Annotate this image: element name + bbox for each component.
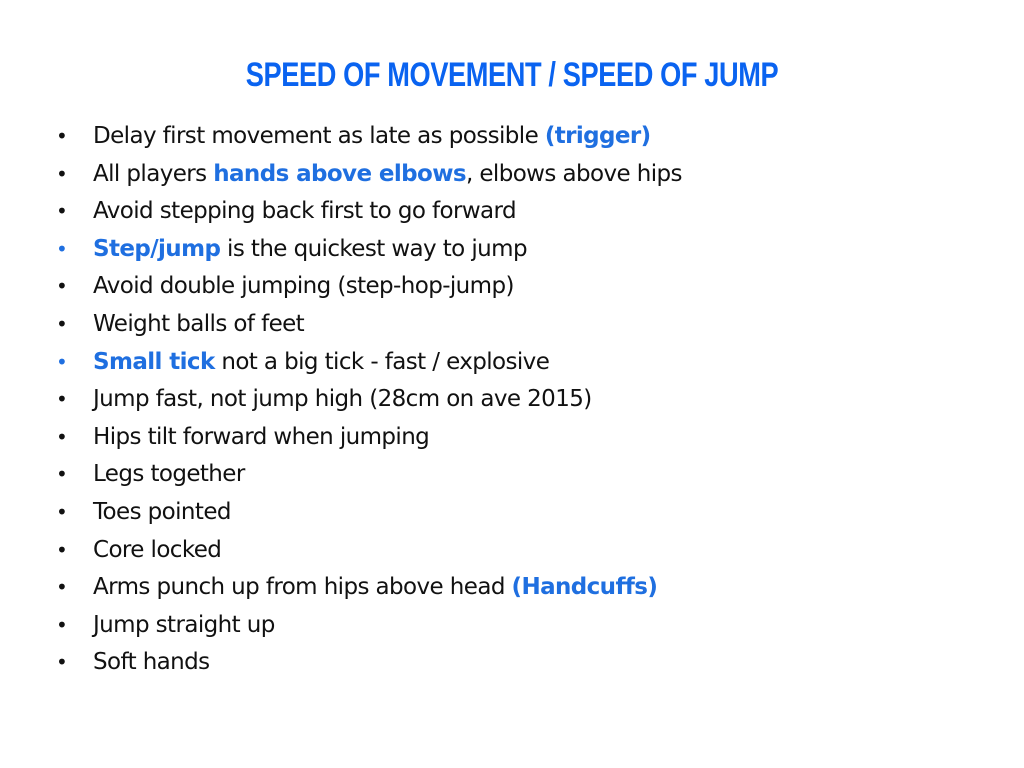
bullet-text: Core locked (93, 532, 222, 570)
bullet-text-pre: Hips tilt forward when jumping (93, 423, 430, 450)
bullet-text-pre: Jump straight up (93, 611, 275, 638)
bullet-item: • Jump straight up (48, 607, 682, 645)
bullet-item: • Weight balls of feet (48, 306, 682, 344)
bullet-text: All players hands above elbows, elbows a… (93, 156, 682, 194)
bullet-text: Step/jump is the quickest way to jump (93, 231, 528, 269)
bullet-text: Avoid double jumping (step-hop-jump) (93, 268, 514, 306)
bullet-text: Jump straight up (93, 607, 275, 645)
slide-title: SPEED OF MOVEMENT / SPEED OF JUMP (245, 56, 779, 94)
bullet-dot-icon: • (56, 311, 68, 336)
bullet-dot-icon: • (56, 387, 68, 412)
bullet-item: • All players hands above elbows, elbows … (48, 156, 682, 194)
bullet-highlight: Step/jump (93, 235, 221, 262)
bullet-item: • Hips tilt forward when jumping (48, 419, 682, 457)
bullet-item: • Soft hands (48, 644, 682, 682)
bullet-text: Weight balls of feet (93, 306, 305, 344)
bullet-dot-icon: • (56, 274, 68, 299)
bullet-item: • Jump fast, not jump high (28cm on ave 2… (48, 381, 682, 419)
bullet-dot-icon: • (56, 612, 68, 637)
bullet-text-post: is the quickest way to jump (220, 235, 528, 262)
bullet-item: • Avoid double jumping (step-hop-jump) (48, 268, 682, 306)
bullet-item: • Small tick not a big tick - fast / expl… (48, 344, 682, 382)
bullet-text-pre: Weight balls of feet (93, 310, 305, 337)
bullet-highlight: hands above elbows (213, 160, 466, 187)
bullet-text: Small tick not a big tick - fast / explo… (93, 344, 550, 382)
bullet-text: Avoid stepping back first to go forward (93, 193, 517, 231)
bullet-item: • Step/jump is the quickest way to jump (48, 231, 682, 269)
bullet-dot-icon: • (56, 650, 68, 675)
bullet-dot-icon: • (56, 199, 68, 224)
bullet-highlight: Small tick (93, 348, 215, 375)
bullet-text-pre: Avoid stepping back first to go forward (93, 198, 517, 225)
bullet-highlight: (Handcuffs) (511, 574, 658, 601)
bullet-text-pre: Toes pointed (93, 498, 231, 525)
bullet-dot-icon: • (56, 537, 68, 562)
bullet-text-post: , elbows above hips (465, 160, 683, 187)
bullet-text: Hips tilt forward when jumping (93, 419, 430, 457)
bullet-item: • Arms punch up from hips above head (Han… (48, 569, 682, 607)
bullet-dot-icon: • (56, 575, 68, 600)
bullet-text-pre: All players (93, 160, 214, 187)
bullet-item: • Legs together (48, 456, 682, 494)
bullet-item: • Toes pointed (48, 494, 682, 532)
bullet-dot-icon: • (56, 424, 68, 449)
bullet-text: Delay first movement as late as possible… (93, 118, 651, 156)
bullet-item: • Delay first movement as late as possibl… (48, 118, 682, 156)
bullet-highlight: (trigger) (544, 123, 651, 149)
bullet-text-pre: Jump fast, not jump high (28cm on ave 20… (93, 386, 592, 413)
bullet-text-pre: Delay first movement as late as possible (93, 123, 545, 149)
bullet-text: Arms punch up from hips above head (Hand… (93, 569, 658, 607)
bullet-text-pre: Avoid double jumping (step-hop-jump) (93, 273, 514, 300)
bullet-text-pre: Arms punch up from hips above head (93, 574, 512, 601)
bullet-dot-icon: • (56, 499, 68, 524)
bullet-text: Toes pointed (93, 494, 231, 532)
bullet-item: • Avoid stepping back first to go forward (48, 193, 682, 231)
bullet-dot-icon: • (56, 349, 68, 374)
bullet-dot-icon: • (56, 236, 68, 261)
bullet-text: Jump fast, not jump high (28cm on ave 20… (93, 381, 592, 419)
bullet-dot-icon: • (56, 462, 68, 487)
bullet-text-pre: Soft hands (93, 649, 210, 676)
bullet-dot-icon: • (56, 124, 68, 148)
bullet-text: Legs together (93, 456, 245, 494)
bullet-text-pre: Legs together (93, 461, 245, 488)
bullet-text-pre: Core locked (93, 536, 222, 563)
bullet-text-post: not a big tick - fast / explosive (214, 348, 550, 375)
bullet-list: • Delay first movement as late as possibl… (48, 118, 682, 682)
bullet-text: Soft hands (93, 644, 210, 682)
bullet-item: • Core locked (48, 532, 682, 570)
bullet-dot-icon: • (56, 161, 68, 186)
